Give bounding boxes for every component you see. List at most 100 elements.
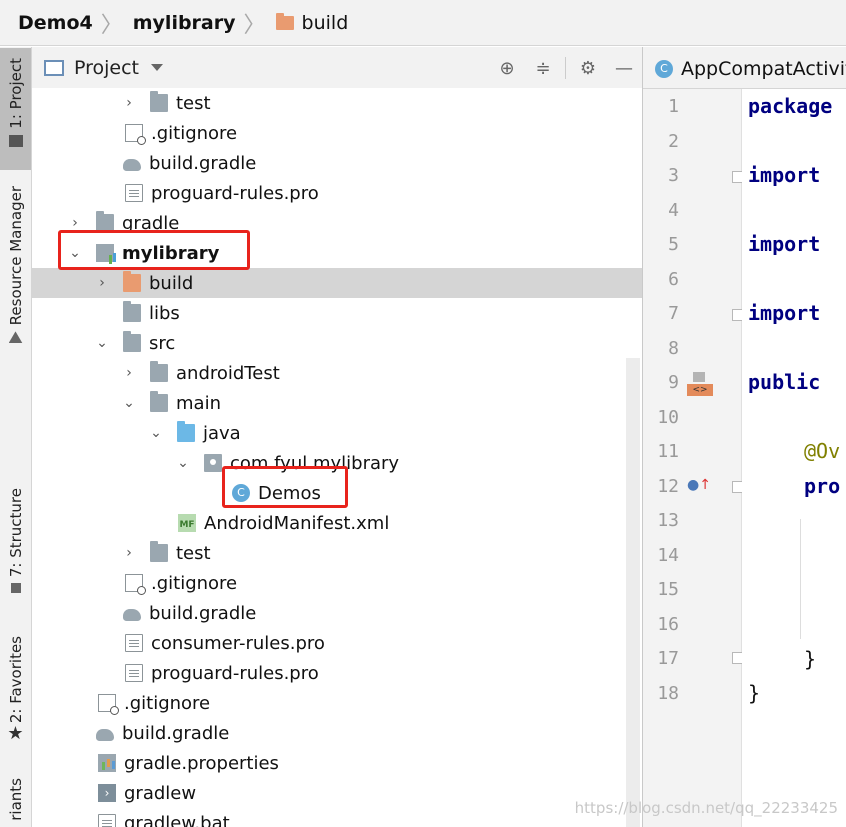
tree-item-label: libs: [149, 302, 180, 324]
tree-item-proguard-rules[interactable]: proguard-rules.pro: [32, 178, 642, 208]
editor-tab-appcompatactivity[interactable]: C AppCompatActivit: [655, 53, 846, 85]
highlight-box-demos: [222, 466, 348, 508]
text-file-icon: [125, 664, 143, 682]
breadcrumb-item-demo4[interactable]: Demo4: [18, 12, 93, 34]
tree-item-gradle-properties[interactable]: gradle.properties: [32, 748, 642, 778]
tree-item-build-gradle[interactable]: build.gradle: [32, 148, 642, 178]
tree-item-proguard-rules[interactable]: proguard-rules.pro: [32, 658, 642, 688]
minimize-icon[interactable]: —: [612, 56, 636, 80]
tree-item-androidmanifest[interactable]: MF AndroidManifest.xml: [32, 508, 642, 538]
package-icon: [204, 454, 222, 472]
tree-item-gitignore[interactable]: .gitignore: [32, 118, 642, 148]
chevron-down-icon[interactable]: ⌄: [150, 418, 162, 448]
gradle-icon: [96, 729, 114, 741]
code-line: import: [748, 232, 821, 256]
collapse-all-icon[interactable]: ≑: [531, 56, 555, 80]
project-view-selector[interactable]: Project: [74, 57, 139, 79]
breadcrumb-item-mylibrary[interactable]: mylibrary: [133, 12, 236, 34]
tool-tab-structure[interactable]: 7: Structure: [0, 488, 31, 608]
tree-item-build-gradle[interactable]: build.gradle: [32, 598, 642, 628]
editor-tab-label: AppCompatActivit: [681, 58, 846, 80]
folder-icon: [275, 12, 294, 30]
folder-icon: [150, 391, 168, 412]
tree-item-label: main: [176, 392, 221, 414]
tree-item-label: test: [176, 92, 211, 114]
tree-item-gitignore[interactable]: .gitignore: [32, 688, 642, 718]
chevron-right-icon[interactable]: ›: [123, 88, 135, 118]
tree-item-main[interactable]: ⌄ main: [32, 388, 642, 418]
code-line: pro: [804, 474, 841, 498]
code-editor[interactable]: package import import import public @Ov …: [742, 89, 846, 827]
tool-tab-build-variants-label: riants: [6, 778, 25, 821]
code-line: }: [748, 681, 761, 705]
tree-item-label: gradlew: [124, 782, 197, 804]
tree-item-src[interactable]: ⌄ src: [32, 328, 642, 358]
tree-item-gradlew-bat[interactable]: gradlew.bat: [32, 808, 642, 827]
tree-item-label: build.gradle: [149, 602, 257, 624]
manifest-icon: MF: [178, 514, 196, 532]
tree-item-label: .gitignore: [124, 692, 211, 714]
breadcrumb: Demo4 〉 mylibrary 〉 build: [0, 0, 846, 46]
chevron-down-icon[interactable]: ⌄: [96, 328, 108, 358]
code-line: import: [748, 163, 821, 187]
breadcrumb-item-build[interactable]: build: [275, 12, 348, 34]
tree-scrollbar[interactable]: [626, 358, 640, 827]
tree-item-gradlew[interactable]: › gradlew: [32, 778, 642, 808]
tree-item-label: build.gradle: [149, 152, 257, 174]
properties-file-icon: [98, 754, 116, 772]
tree-item-label: proguard-rules.pro: [151, 182, 319, 204]
code-line: @Ov: [804, 439, 841, 463]
ignored-file-icon: [125, 574, 146, 595]
watermark: https://blog.csdn.net/qq_22233425: [574, 799, 838, 817]
tree-item-label: build.gradle: [122, 722, 230, 744]
line-number: 13: [657, 510, 679, 531]
line-number: 3: [668, 165, 679, 186]
line-number: 11: [657, 441, 679, 462]
editor-gutter: 1 2 3 4 5 6 7 8 9 10 11 12 13 14 15 16 1…: [643, 89, 744, 827]
tree-item-build-gradle[interactable]: build.gradle: [32, 718, 642, 748]
tool-tab-project-label: 1: Project: [6, 58, 25, 129]
chevron-down-icon[interactable]: ⌄: [123, 388, 135, 418]
tree-item-test[interactable]: › test: [32, 538, 642, 568]
tool-tab-project[interactable]: 1: Project: [0, 48, 31, 170]
folder-icon: [150, 91, 168, 112]
star-icon: ★: [7, 723, 24, 745]
line-number: 9: [668, 372, 679, 393]
line-number: 16: [657, 614, 679, 635]
tree-item-label: test: [176, 542, 211, 564]
tree-item-androidtest[interactable]: › androidTest: [32, 358, 642, 388]
tree-item-label: androidTest: [176, 362, 280, 384]
run-gutter-icon[interactable]: <>: [687, 372, 713, 396]
tree-item-label: consumer-rules.pro: [151, 632, 325, 654]
line-number: 10: [657, 407, 679, 428]
tree-item-label: .gitignore: [151, 572, 238, 594]
class-icon: C: [655, 60, 673, 78]
highlight-box-mylibrary: [58, 230, 250, 270]
ignored-file-icon: [125, 124, 146, 145]
tree-item-java[interactable]: ⌄ java: [32, 418, 642, 448]
tree-item-libs[interactable]: libs: [32, 298, 642, 328]
line-number: 8: [668, 338, 679, 359]
chevron-down-icon[interactable]: ⌄: [177, 448, 189, 478]
line-number: 14: [657, 545, 679, 566]
tree-item-consumer-rules[interactable]: consumer-rules.pro: [32, 628, 642, 658]
tool-tab-build-variants[interactable]: riants: [0, 778, 31, 827]
tree-item-label: AndroidManifest.xml: [204, 512, 390, 534]
tool-tab-structure-label: 7: Structure: [6, 488, 25, 578]
tree-item-label: gradle.properties: [124, 752, 279, 774]
locate-icon[interactable]: ⊕: [495, 56, 519, 80]
override-method-icon[interactable]: ●↑: [687, 477, 711, 493]
line-number: 2: [668, 131, 679, 152]
tool-tab-resource-manager[interactable]: Resource Manager: [0, 186, 31, 366]
tool-tab-resource-manager-label: Resource Manager: [6, 186, 25, 326]
line-number: 4: [668, 200, 679, 221]
chevron-right-icon[interactable]: ›: [96, 268, 108, 298]
tree-item-gitignore[interactable]: .gitignore: [32, 568, 642, 598]
gear-icon[interactable]: ⚙: [576, 56, 600, 80]
tree-item-build[interactable]: › build: [32, 268, 642, 298]
chevron-down-icon[interactable]: [151, 64, 164, 71]
chevron-right-icon[interactable]: ›: [123, 538, 135, 568]
chevron-right-icon[interactable]: ›: [123, 358, 135, 388]
tool-tab-favorites[interactable]: 2: Favorites ★: [0, 636, 31, 754]
tree-item-test[interactable]: › test: [32, 88, 642, 118]
